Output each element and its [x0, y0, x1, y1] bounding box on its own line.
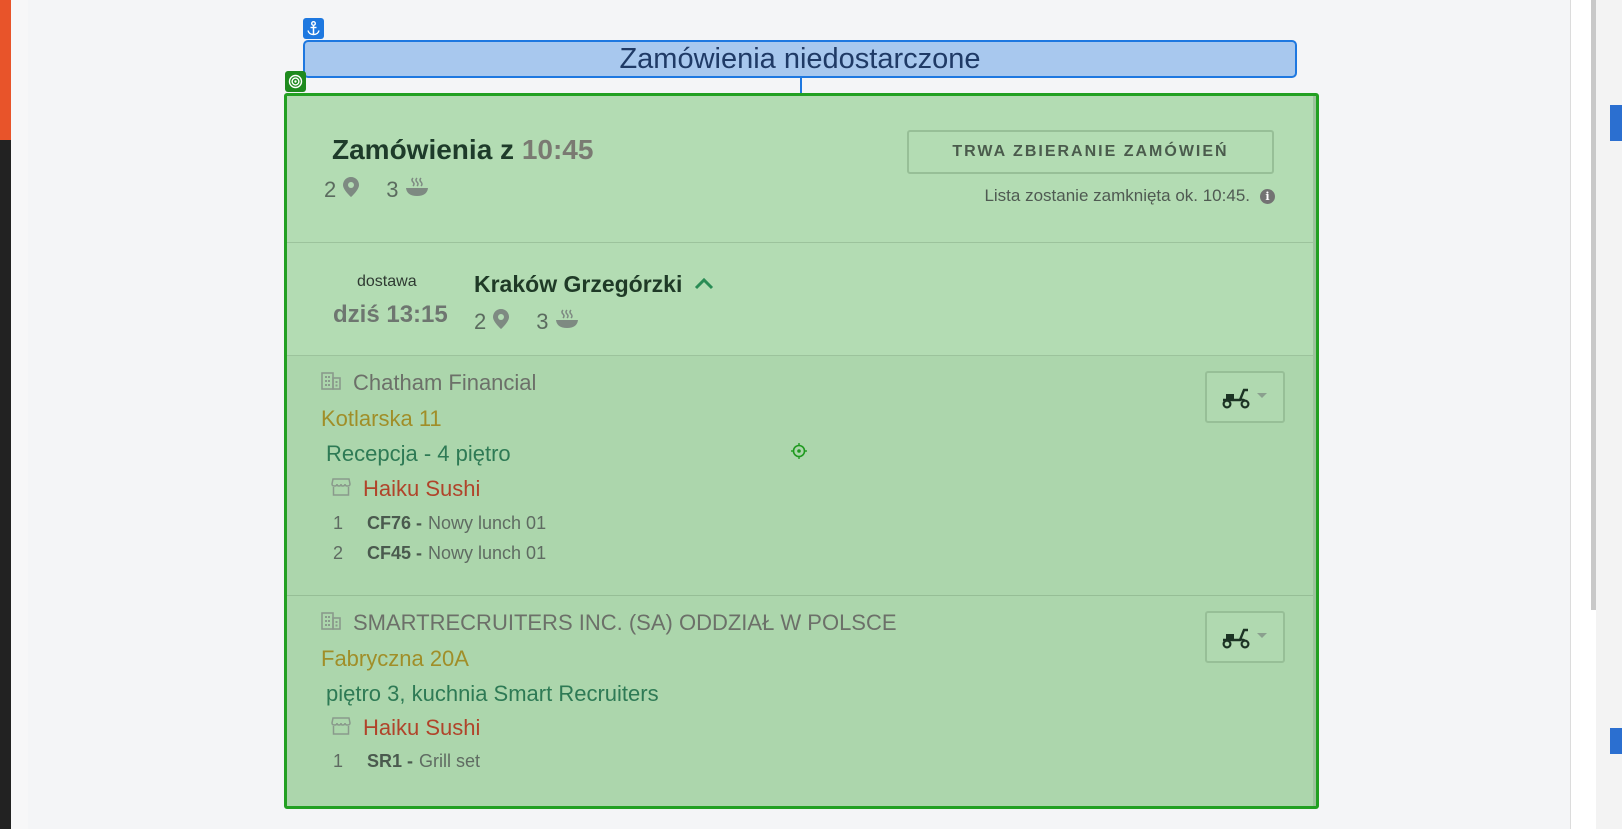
order-entry: SMARTRECRUITERS INC. (SA) ODDZIAŁ W POLS…	[287, 596, 1313, 806]
delivery-time: dziś 13:15	[333, 301, 448, 328]
order-item: 1 SR1 - Grill set	[333, 751, 480, 772]
scooter-icon	[1222, 628, 1267, 649]
order-restaurant: Haiku Sushi	[331, 476, 480, 502]
courier-dropdown[interactable]	[1205, 611, 1285, 663]
item-name: Grill set	[419, 751, 481, 771]
locations-count: 2	[324, 177, 337, 202]
meals-count: 3	[386, 177, 399, 202]
collecting-orders-button[interactable]: TRWA ZBIERANIE ZAMÓWIEŃ	[907, 130, 1274, 174]
order-company: Chatham Financial	[321, 370, 536, 396]
item-code: CF45 -	[367, 543, 423, 563]
section-header[interactable]: Zamówienia niedostarczone	[303, 40, 1297, 78]
company-name: SMARTRECRUITERS INC. (SA) ODDZIAŁ W POLS…	[353, 610, 897, 635]
summary-time: 10:45	[521, 134, 594, 165]
chevron-up-icon[interactable]	[694, 274, 714, 295]
building-icon	[321, 370, 341, 396]
drop-target-icon[interactable]	[791, 443, 807, 459]
item-qty: 2	[333, 543, 344, 563]
order-restaurant: Haiku Sushi	[331, 715, 480, 741]
group-locations-count: 2	[474, 309, 487, 334]
restaurant-name: Haiku Sushi	[363, 476, 481, 501]
group-title[interactable]: Kraków Grzegórzki	[474, 271, 714, 298]
target-icon[interactable]	[285, 71, 306, 92]
group-meals-count: 3	[536, 309, 549, 334]
header-connector	[800, 78, 802, 94]
bowl-icon	[405, 176, 429, 204]
restaurant-name: Haiku Sushi	[363, 715, 481, 740]
group-counts: 2 3	[474, 308, 579, 336]
background-blue-tab	[1610, 105, 1622, 141]
store-icon	[331, 715, 351, 741]
background-blue-tab-2	[1610, 728, 1622, 754]
order-item: 2 CF45 - Nowy lunch 01	[333, 543, 546, 564]
summary-counts: 2 3	[324, 176, 429, 204]
order-place: piętro 3, kuchnia Smart Recruiters	[326, 681, 659, 706]
item-qty: 1	[333, 751, 344, 771]
map-pin-icon	[342, 176, 360, 204]
courier-dropdown[interactable]	[1205, 371, 1285, 423]
item-name: Nowy lunch 01	[428, 543, 547, 563]
delivery-label: dostawa	[357, 273, 417, 290]
item-name: Nowy lunch 01	[428, 513, 547, 533]
summary-title-prefix: Zamówienia z	[332, 134, 515, 165]
order-address: Fabryczna 20A	[321, 646, 469, 671]
info-icon[interactable]: i	[1260, 188, 1275, 204]
closing-note: Lista zostanie zamknięta ok. 10:45. i	[937, 186, 1275, 206]
background-window-edge	[1596, 0, 1622, 829]
orders-summary: Zamówienia z 10:45 2 3 TRWA ZBIERANIE ZA…	[287, 96, 1316, 243]
map-pin-icon	[492, 308, 510, 336]
card-right-divider	[1313, 96, 1316, 806]
company-name: Chatham Financial	[353, 370, 537, 395]
order-company: SMARTRECRUITERS INC. (SA) ODDZIAŁ W POLS…	[321, 610, 897, 636]
order-address: Kotlarska 11	[321, 406, 442, 431]
background-gutter	[11, 0, 28, 829]
order-place: Recepcja - 4 piętro	[326, 441, 511, 466]
store-icon	[331, 476, 351, 502]
background-window-strip	[0, 0, 11, 829]
vertical-scrollbar[interactable]	[1570, 0, 1597, 829]
order-entry: Chatham Financial Kotlarska 11 Recepcja …	[287, 356, 1313, 596]
item-code: CF76 -	[367, 513, 423, 533]
building-icon	[321, 610, 341, 636]
closing-note-text: Lista zostanie zamknięta ok. 10:45.	[984, 186, 1250, 205]
background-accent	[0, 0, 11, 140]
group-name: Kraków Grzegórzki	[474, 271, 683, 297]
info-glyph: i	[1265, 189, 1270, 203]
summary-title: Zamówienia z 10:45	[332, 134, 593, 166]
delivery-group[interactable]: dostawa dziś 13:15 Kraków Grzegórzki 2 3	[287, 243, 1316, 356]
order-item: 1 CF76 - Nowy lunch 01	[333, 513, 546, 534]
item-qty: 1	[333, 513, 344, 533]
scooter-icon	[1222, 388, 1267, 409]
anchor-icon[interactable]	[303, 18, 324, 39]
item-code: SR1 -	[367, 751, 414, 771]
section-header-title: Zamówienia niedostarczone	[619, 42, 981, 75]
bowl-icon	[555, 308, 579, 336]
